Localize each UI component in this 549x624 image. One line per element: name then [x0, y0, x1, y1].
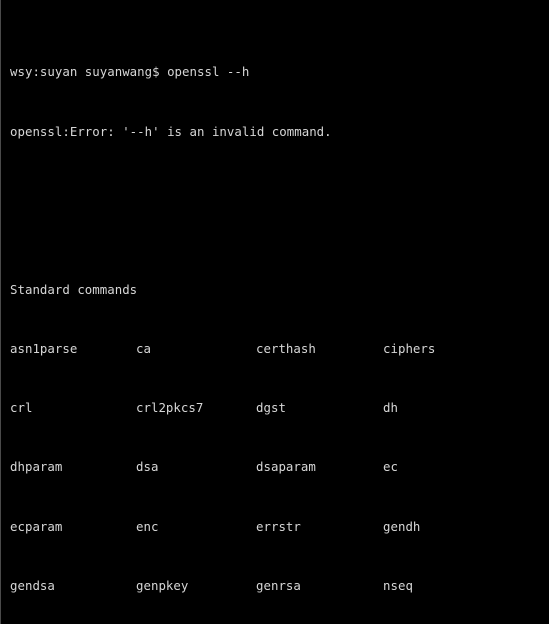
command-item[interactable]: dh — [383, 398, 543, 418]
command-item[interactable]: dhparam — [10, 457, 136, 477]
command-item[interactable]: genrsa — [256, 576, 383, 596]
command-item[interactable]: errstr — [256, 517, 383, 537]
command-item[interactable]: gendh — [383, 517, 543, 537]
command-item[interactable]: ciphers — [383, 339, 543, 359]
command-item[interactable]: ca — [136, 339, 256, 359]
command-item[interactable]: ecparam — [10, 517, 136, 537]
command-item[interactable]: enc — [136, 517, 256, 537]
command-item[interactable]: crl2pkcs7 — [136, 398, 256, 418]
command-item[interactable]: gendsa — [10, 576, 136, 596]
command-item[interactable]: dsa — [136, 457, 256, 477]
command-row: dhparam dsa dsaparam ec — [10, 457, 549, 477]
section-heading-standard: Standard commands — [10, 281, 138, 297]
command-item[interactable]: crl — [10, 398, 136, 418]
command-item[interactable]: asn1parse — [10, 339, 136, 359]
command-item[interactable]: genpkey — [136, 576, 256, 596]
terminal-window[interactable]: wsy:suyan suyanwang$ openssl --h openssl… — [0, 0, 549, 624]
command-item[interactable]: dsaparam — [256, 457, 383, 477]
command-row: crl crl2pkcs7 dgst dh — [10, 398, 549, 418]
error-line: openssl:Error: '--h' is an invalid comma… — [10, 123, 332, 139]
terminal-screen[interactable]: wsy:suyan suyanwang$ openssl --h openssl… — [10, 3, 549, 624]
prompt-line: wsy:suyan suyanwang$ openssl --h — [10, 64, 250, 80]
command-row: ecparam enc errstr gendh — [10, 517, 549, 537]
command-item[interactable]: nseq — [383, 576, 543, 596]
command-row: gendsa genpkey genrsa nseq — [10, 576, 549, 596]
command-item[interactable]: certhash — [256, 339, 383, 359]
command-item[interactable]: dgst — [256, 398, 383, 418]
command-row: asn1parse ca certhash ciphers — [10, 339, 549, 359]
command-item[interactable]: ec — [383, 457, 543, 477]
